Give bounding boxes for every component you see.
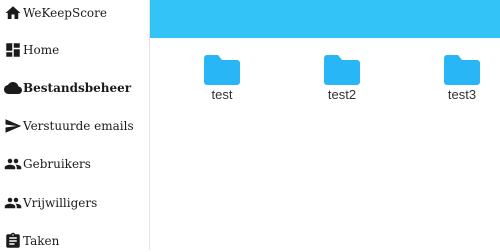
people-icon — [4, 197, 22, 209]
sidebar-item-verstuurde-emails[interactable]: Verstuurde emails — [4, 115, 134, 137]
sidebar-item-label: Vrijwilligers — [23, 196, 98, 210]
dashboard-icon — [6, 43, 20, 57]
folder-name: test3 — [447, 87, 477, 102]
sidebar-item-label: Verstuurde emails — [23, 119, 134, 133]
folder-item[interactable]: test3 — [432, 55, 492, 102]
sidebar-item-home[interactable]: Home — [4, 39, 59, 61]
sidebar-item-vrijwilligers[interactable]: Vrijwilligers — [4, 192, 97, 214]
send-icon — [5, 119, 22, 133]
sidebar-brand[interactable]: WeKeepScore — [4, 2, 107, 24]
folder-icon — [324, 55, 360, 85]
home-icon — [5, 6, 21, 19]
people-icon — [4, 158, 22, 170]
brand-label: WeKeepScore — [23, 6, 107, 20]
folder-name: test2 — [327, 87, 357, 102]
sidebar-item-label: Gebruikers — [23, 157, 91, 171]
folder-icon — [204, 55, 240, 85]
top-app-bar — [150, 0, 500, 38]
cloud-icon — [4, 82, 22, 94]
folder-item[interactable]: test2 — [312, 55, 372, 102]
folder-icon — [444, 55, 480, 85]
sidebar-item-label: Taken — [23, 234, 60, 248]
folder-name: test — [211, 87, 233, 102]
file-browser: test test2 test3 — [150, 38, 500, 250]
sidebar-item-gebruikers[interactable]: Gebruikers — [4, 153, 91, 175]
sidebar: WeKeepScore Home Bestandsbeheer Verstuur… — [0, 0, 150, 250]
sidebar-item-label: Home — [23, 43, 60, 57]
sidebar-item-bestandsbeheer[interactable]: Bestandsbeheer — [4, 77, 131, 99]
sidebar-item-label: Bestandsbeheer — [23, 81, 132, 95]
folder-item[interactable]: test — [192, 55, 252, 102]
clipboard-icon — [6, 232, 20, 248]
sidebar-item-taken[interactable]: Taken — [4, 230, 59, 252]
